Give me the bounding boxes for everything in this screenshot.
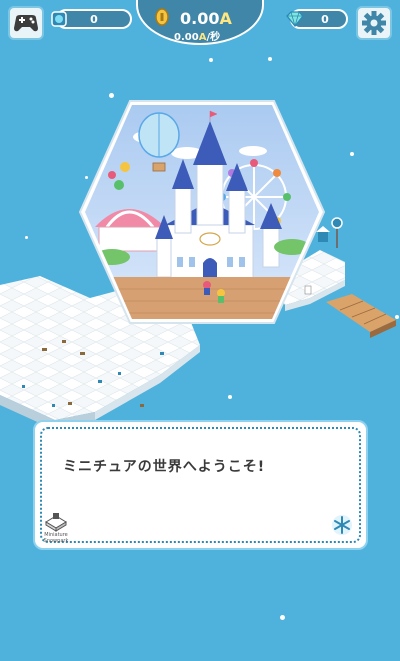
snowpark-logo-text: Miniature Snowpark (43, 532, 69, 544)
gamepad-button[interactable] (8, 6, 44, 40)
message-dialog[interactable] (33, 420, 368, 550)
coin-rate: 0.00A/秒 (174, 28, 220, 43)
theme-park-hexagon[interactable] (77, 97, 327, 327)
settings-button[interactable] (356, 6, 392, 40)
coin-rate-suffix: /秒 (206, 32, 221, 43)
gear-icon (362, 11, 386, 35)
coin-total: 0.00A (180, 9, 232, 28)
diamond-icon (286, 11, 304, 27)
snowflake-icon[interactable] (331, 514, 353, 536)
dialog-message: ミニチュアの世界へようこそ! (63, 459, 266, 475)
gamepad-icon (14, 15, 38, 32)
blue-gem-icon (51, 11, 67, 27)
coin-total-value: 0.00 (180, 9, 220, 28)
coin-rate-value: 0.00 (174, 32, 199, 43)
diamonds-count: 0 (321, 12, 329, 26)
coin-total-unit: A (219, 9, 232, 28)
gold-coin-icon (155, 8, 169, 26)
gems-count: 0 (90, 12, 98, 26)
dialog-dotted-frame (40, 427, 361, 543)
snowpark-logo-icon (45, 513, 67, 532)
